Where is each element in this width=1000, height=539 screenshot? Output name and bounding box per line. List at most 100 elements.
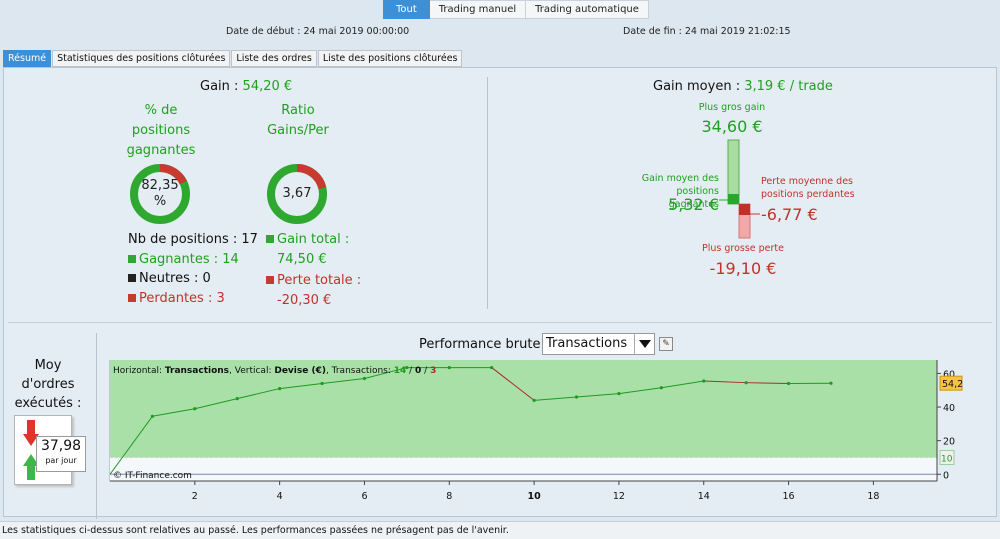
performance-chart: 2 4 6 8 10 12 14 16 18020406054,210Horizontal: T… bbox=[109, 360, 963, 502]
data-point bbox=[617, 392, 621, 396]
pct-winning-title-line: positions bbox=[131, 123, 191, 138]
biggest-gain-label: Plus gros gain bbox=[698, 102, 766, 113]
tab-closed-positions-list[interactable]: Liste des positions clôturées bbox=[317, 50, 463, 67]
x-tick-label: 4 bbox=[277, 491, 283, 502]
data-point bbox=[362, 376, 367, 381]
tab-orders-list[interactable]: Liste des ordres bbox=[231, 50, 317, 67]
orders-value: 37,98 bbox=[40, 438, 82, 454]
biggest-loss-value: -19,10 € bbox=[709, 259, 777, 278]
green-square-icon bbox=[266, 235, 274, 243]
data-point bbox=[659, 386, 663, 390]
data-point bbox=[744, 381, 748, 385]
data-point bbox=[320, 381, 324, 386]
total-loss-value: -20,30 € bbox=[277, 292, 332, 308]
chart-header: Horizontal: Transactions, Vertical: Devi… bbox=[113, 366, 436, 376]
performance-axis-select[interactable]: Transactions bbox=[542, 333, 655, 355]
chevron-down-icon[interactable] bbox=[634, 334, 654, 354]
positions-winning: Gagnantes : 14 bbox=[128, 250, 258, 270]
y-tick-label: 40 bbox=[943, 403, 955, 414]
red-square-icon bbox=[128, 293, 136, 302]
avg-gain-value: 3,19 € / trade bbox=[744, 79, 833, 94]
avg-gain-heading: Gain moyen : 3,19 € / trade bbox=[653, 79, 833, 94]
black-square-icon bbox=[128, 274, 136, 282]
x-tick-label: 16 bbox=[783, 491, 795, 502]
avg-loss-bar bbox=[739, 204, 750, 215]
orders-label-line: exécutés : bbox=[14, 396, 82, 411]
y-tick-label: 20 bbox=[943, 437, 955, 448]
x-tick-label: 2 bbox=[192, 491, 198, 502]
data-point bbox=[786, 381, 791, 386]
total-loss-label: Perte totale : bbox=[277, 273, 362, 288]
positions-winning-text: Gagnantes : 14 bbox=[139, 251, 239, 267]
pct-winning-donut: 82,35% bbox=[129, 163, 191, 225]
orders-unit: par jour bbox=[45, 456, 77, 465]
wrench-icon[interactable]: ✎ bbox=[659, 337, 673, 351]
gain-heading: Gain : 54,20 € bbox=[200, 79, 292, 94]
ratio-title-line: Gains/Per bbox=[267, 123, 329, 138]
chart-copyright: © IT-Finance.com bbox=[113, 471, 192, 481]
data-point bbox=[235, 397, 239, 401]
ratio-donut: 3,67 bbox=[266, 163, 328, 225]
data-point bbox=[193, 407, 197, 411]
tab-trading-automatique[interactable]: Trading automatique bbox=[526, 0, 649, 19]
positions-neutral: Neutres : 0 bbox=[128, 269, 258, 289]
total-gain-label: Gain total : bbox=[277, 232, 350, 247]
orders-divider bbox=[96, 333, 97, 519]
tab-tout[interactable]: Tout bbox=[383, 0, 430, 19]
threshold-label: 10 bbox=[941, 454, 953, 464]
pct-winning-title: % de positions gagnantes bbox=[118, 101, 204, 161]
pct-winning-title-line: % de bbox=[144, 103, 178, 118]
positions-neutral-text: Neutres : 0 bbox=[139, 271, 211, 286]
orders-label-line: Moy bbox=[34, 358, 62, 373]
positions-losing: Perdantes : 3 bbox=[128, 289, 258, 309]
data-point bbox=[447, 365, 451, 370]
tab-trading-manuel[interactable]: Trading manuel bbox=[429, 0, 527, 19]
avg-gain-label: Gain moyen : bbox=[653, 79, 741, 94]
x-tick-label: 14 bbox=[698, 491, 710, 502]
data-point bbox=[278, 386, 282, 391]
performance-select-value: Transactions bbox=[546, 336, 628, 351]
data-point bbox=[574, 395, 579, 399]
last-value-label: 54,2 bbox=[942, 379, 963, 390]
start-date: Date de début : 24 mai 2019 00:00:00 bbox=[226, 26, 410, 37]
x-tick-label: 10 bbox=[527, 491, 541, 502]
data-point bbox=[490, 365, 494, 370]
gain-loss-box-plot bbox=[719, 139, 760, 239]
positions-count: Nb de positions : 17 bbox=[128, 232, 258, 247]
x-tick-label: 18 bbox=[867, 491, 879, 502]
gain-value: 54,20 € bbox=[242, 79, 293, 94]
vertical-divider bbox=[487, 77, 488, 309]
neutral-zone bbox=[110, 457, 937, 481]
orders-value-box: 37,98 par jour bbox=[36, 436, 86, 472]
ratio-title: Ratio Gains/Per bbox=[258, 101, 338, 141]
pct-winning-title-line: gagnantes bbox=[126, 143, 196, 158]
horizontal-divider bbox=[8, 322, 992, 323]
y-tick-label: 0 bbox=[943, 470, 949, 481]
top-tab-bar: Tout Trading manuel Trading automatique bbox=[383, 0, 649, 19]
disclaimer: Les statistiques ci-dessus sont relative… bbox=[0, 521, 1000, 539]
biggest-gain-value: 34,60 € bbox=[701, 117, 763, 136]
tab-stats-positions[interactable]: Statistiques des positions clôturées bbox=[52, 50, 231, 67]
total-gain-block: Gain total : 74,50 € bbox=[266, 230, 349, 269]
green-square-icon bbox=[128, 254, 136, 263]
orders-label: Moy d'ordres exécutés : bbox=[10, 356, 86, 413]
pct-winning-value: 82,35% bbox=[129, 163, 191, 225]
total-gain-value: 74,50 € bbox=[277, 251, 327, 267]
data-point bbox=[829, 381, 833, 385]
orders-label-line: d'ordres bbox=[21, 377, 75, 392]
data-point bbox=[702, 379, 706, 383]
tab-resume[interactable]: Résumé bbox=[3, 50, 52, 67]
end-date: Date de fin : 24 mai 2019 21:02:15 bbox=[623, 26, 791, 37]
performance-title: Performance brute bbox=[419, 337, 541, 352]
ratio-value: 3,67 bbox=[282, 186, 312, 201]
positions-losing-text: Perdantes : 3 bbox=[139, 290, 225, 306]
positions-block: Nb de positions : 17 Gagnantes : 14 Neut… bbox=[128, 230, 258, 308]
data-point bbox=[532, 398, 536, 402]
data-point bbox=[150, 414, 155, 418]
x-tick-label: 12 bbox=[613, 491, 625, 502]
x-tick-label: 6 bbox=[361, 491, 367, 502]
total-loss-block: Perte totale : -20,30 € bbox=[266, 271, 361, 310]
pct-winning-value-number: 82,35 bbox=[141, 178, 179, 193]
x-tick-label: 8 bbox=[446, 491, 452, 502]
ratio-title-line: Ratio bbox=[281, 103, 315, 118]
